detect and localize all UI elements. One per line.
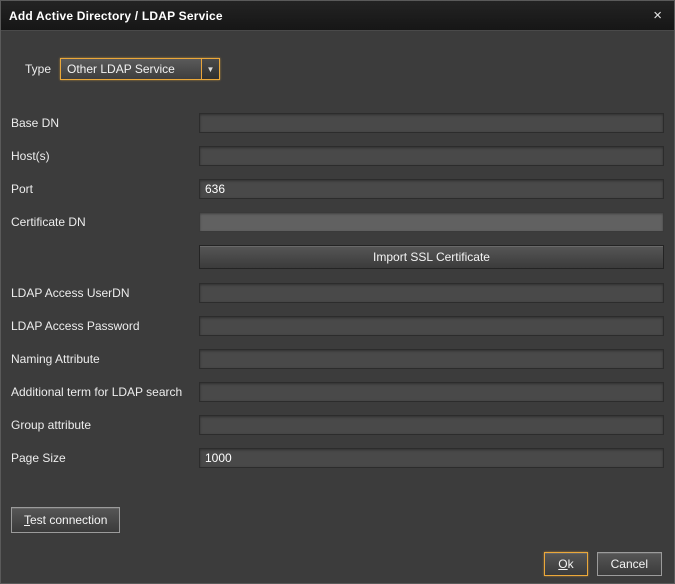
cancel-button[interactable]: Cancel — [597, 552, 662, 576]
add-ldap-service-dialog: Add Active Directory / LDAP Service × Ty… — [0, 0, 675, 584]
additional-term-input[interactable] — [199, 382, 664, 402]
naming-attribute-input[interactable] — [199, 349, 664, 369]
base-dn-input[interactable] — [199, 113, 664, 133]
field-row-ldap-access-userdn: LDAP Access UserDN — [11, 283, 664, 303]
test-connection-button[interactable]: Test connection — [11, 507, 120, 533]
dialog-titlebar: Add Active Directory / LDAP Service × — [1, 1, 674, 31]
ldap-access-userdn-label: LDAP Access UserDN — [11, 286, 199, 300]
dialog-title: Add Active Directory / LDAP Service — [9, 9, 651, 23]
field-row-additional-term: Additional term for LDAP search — [11, 382, 664, 402]
close-icon[interactable]: × — [651, 6, 664, 25]
type-dropdown[interactable]: Other LDAP Service ▼ — [60, 58, 220, 80]
fields-section: Base DN Host(s) Port Certificate DN Impo… — [11, 113, 664, 468]
field-row-hosts: Host(s) — [11, 146, 664, 166]
naming-attribute-label: Naming Attribute — [11, 352, 199, 366]
port-input[interactable] — [199, 179, 664, 199]
ldap-access-userdn-input[interactable] — [199, 283, 664, 303]
page-size-input[interactable] — [199, 448, 664, 468]
field-row-group-attribute: Group attribute — [11, 415, 664, 435]
type-label: Type — [25, 62, 51, 76]
certificate-dn-input — [199, 212, 664, 232]
base-dn-label: Base DN — [11, 116, 199, 130]
group-attribute-input[interactable] — [199, 415, 664, 435]
type-row: Type Other LDAP Service ▼ — [25, 58, 664, 80]
hosts-label: Host(s) — [11, 149, 199, 163]
page-size-label: Page Size — [11, 451, 199, 465]
dialog-footer: Ok Cancel — [544, 552, 662, 576]
port-label: Port — [11, 182, 199, 196]
chevron-down-icon[interactable]: ▼ — [201, 59, 219, 79]
field-row-page-size: Page Size — [11, 448, 664, 468]
field-row-ldap-access-password: LDAP Access Password — [11, 316, 664, 336]
ok-button[interactable]: Ok — [544, 552, 587, 576]
certificate-dn-label: Certificate DN — [11, 215, 199, 229]
hosts-input[interactable] — [199, 146, 664, 166]
type-dropdown-value: Other LDAP Service — [61, 59, 201, 79]
field-row-import-ssl: Import SSL Certificate — [11, 245, 664, 269]
field-row-naming-attribute: Naming Attribute — [11, 349, 664, 369]
field-row-port: Port — [11, 179, 664, 199]
additional-term-label: Additional term for LDAP search — [11, 385, 199, 399]
ok-rest: k — [568, 557, 574, 571]
field-row-certificate-dn: Certificate DN — [11, 212, 664, 232]
group-attribute-label: Group attribute — [11, 418, 199, 432]
import-ssl-certificate-button[interactable]: Import SSL Certificate — [199, 245, 664, 269]
test-connection-rest: est connection — [30, 513, 107, 527]
field-row-base-dn: Base DN — [11, 113, 664, 133]
ldap-access-password-input[interactable] — [199, 316, 664, 336]
ldap-access-password-label: LDAP Access Password — [11, 319, 199, 333]
ok-accel: O — [558, 557, 567, 571]
dialog-content: Type Other LDAP Service ▼ Base DN Host(s… — [1, 58, 674, 533]
